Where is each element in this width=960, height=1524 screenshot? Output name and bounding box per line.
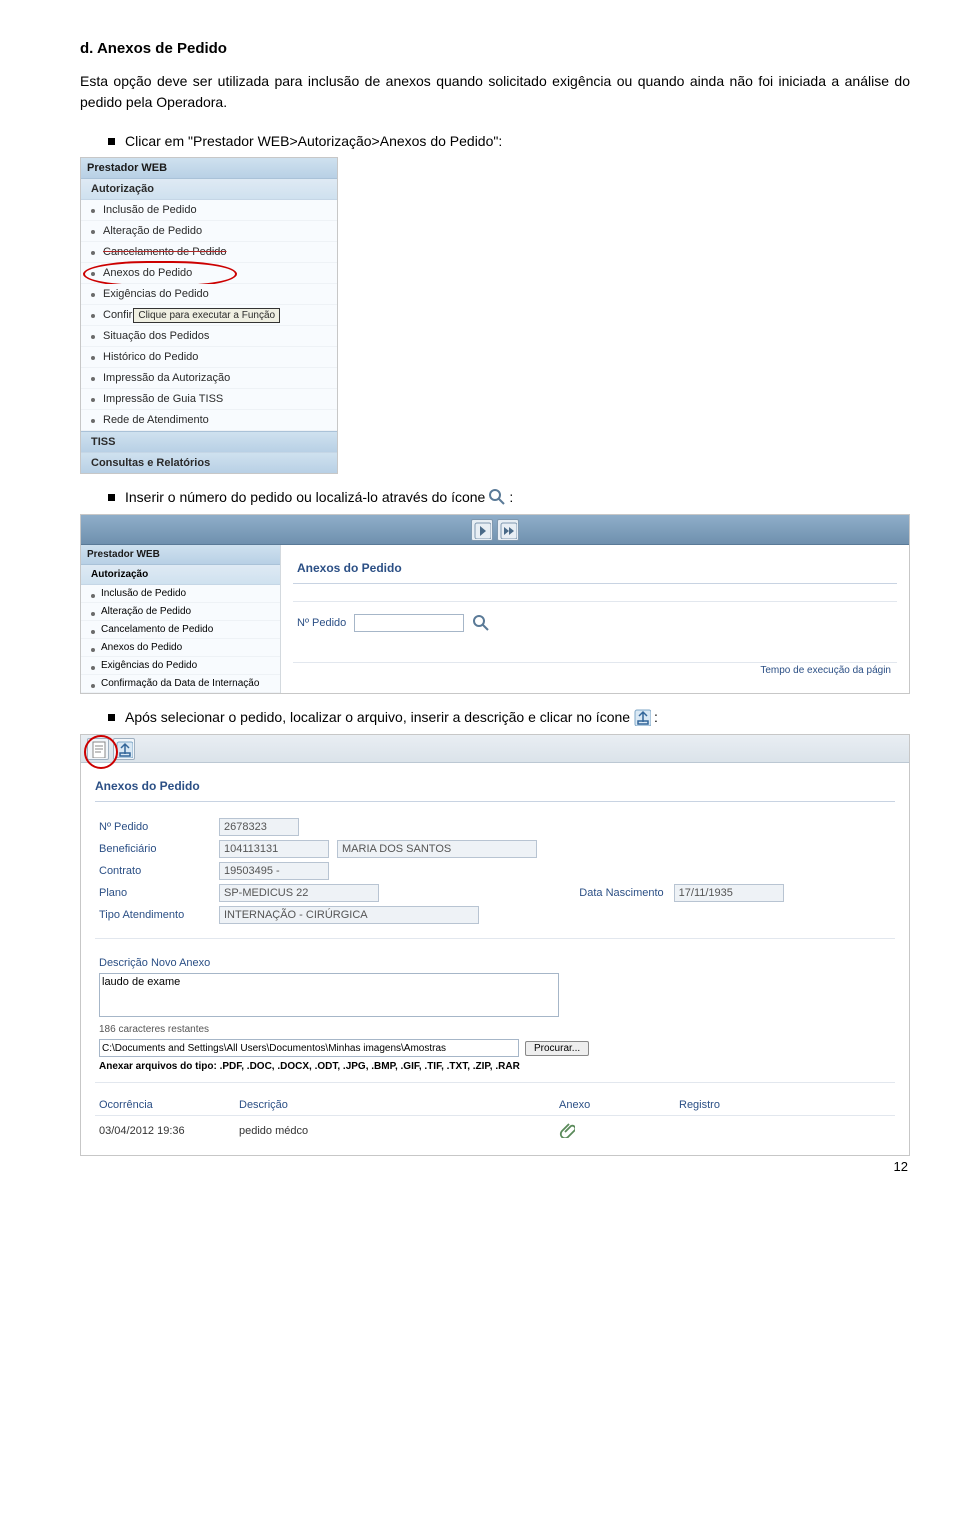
attach-table-header: Ocorrência Descrição Anexo Registro xyxy=(95,1093,895,1116)
bullet-3-text: Após selecionar o pedido, localizar o ar… xyxy=(125,709,630,725)
menu-item[interactable]: Cancelamento de Pedido xyxy=(81,242,337,263)
menu-item[interactable]: Impressão da Autorização xyxy=(81,368,337,389)
detail-title: Anexos do Pedido xyxy=(95,773,895,802)
val-tipoat: INTERNAÇÃO - CIRÚRGICA xyxy=(219,906,479,924)
sidebar-item[interactable]: Alteração de Pedido xyxy=(81,603,280,621)
menu-footer[interactable]: TISS xyxy=(81,431,337,452)
section-heading: d. Anexos de Pedido xyxy=(80,40,910,57)
screenshot-anexos-form: Prestador WEB Autorização Inclusão de Pe… xyxy=(80,514,910,694)
menu-item[interactable]: Exigências do Pedido xyxy=(81,284,337,305)
toolbar xyxy=(81,515,909,545)
td-ocorr: 03/04/2012 19:36 xyxy=(99,1125,239,1137)
td-anexo[interactable] xyxy=(559,1120,679,1141)
menu-subheader[interactable]: Autorização xyxy=(81,179,337,200)
bullet-2: Inserir o número do pedido ou localizá-l… xyxy=(108,488,910,506)
main-panel: Anexos do Pedido Nº Pedido Tempo de exec… xyxy=(281,545,909,693)
bullet-icon xyxy=(108,494,115,501)
screenshot-anexos-detail: Anexos do Pedido Nº Pedido 2678323 Benef… xyxy=(80,734,910,1156)
toolbar-next-icon[interactable] xyxy=(471,519,493,541)
lbl-tipoat: Tipo Atendimento xyxy=(99,909,209,921)
char-remaining: 186 caracteres restantes xyxy=(99,1024,891,1035)
toolbar-doc-icon[interactable] xyxy=(87,738,109,760)
th-ocorr: Ocorrência xyxy=(99,1099,239,1111)
file-types-hint: Anexar arquivos do tipo: .PDF, .DOC, .DO… xyxy=(99,1061,891,1072)
sidebar-item[interactable]: Cancelamento de Pedido xyxy=(81,621,280,639)
detail-toolbar xyxy=(81,735,909,763)
th-anexo: Anexo xyxy=(559,1099,679,1111)
toolbar-expand-icon[interactable] xyxy=(497,519,519,541)
np-label: Nº Pedido xyxy=(297,617,346,629)
intro-paragraph: Esta opção deve ser utilizada para inclu… xyxy=(80,71,910,113)
lbl-benef: Beneficiário xyxy=(99,843,209,855)
sidebar-item[interactable]: Inclusão de Pedido xyxy=(81,585,280,603)
lbl-np: Nº Pedido xyxy=(99,821,209,833)
sidebar-item[interactable]: Confirmação da Data de Internação xyxy=(81,675,280,693)
menu-footer[interactable]: Consultas e Relatórios xyxy=(81,452,337,473)
lbl-contrato: Contrato xyxy=(99,865,209,877)
val-np: 2678323 xyxy=(219,818,299,836)
menu-item[interactable]: Situação dos Pedidos xyxy=(81,326,337,347)
lbl-dn: Data Nascimento xyxy=(579,887,663,899)
sidebar-header[interactable]: Prestador WEB xyxy=(81,545,280,565)
attach-table-row: 03/04/2012 19:36 pedido médco xyxy=(95,1116,895,1145)
bullet-1-text: Clicar em "Prestador WEB>Autorização>Ane… xyxy=(125,133,502,149)
bullet-3: Após selecionar o pedido, localizar o ar… xyxy=(108,708,910,726)
menu-item-conf[interactable]: ConfirClique para executar a Função xyxy=(81,305,337,326)
page-number: 12 xyxy=(894,1159,908,1174)
lbl-plano: Plano xyxy=(99,887,209,899)
menu-item-anexos[interactable]: Anexos do Pedido xyxy=(81,263,337,284)
magnifier-icon xyxy=(488,488,506,506)
toolbar-upload-icon[interactable] xyxy=(113,738,135,760)
np-row: Nº Pedido xyxy=(293,602,897,663)
attach-icon xyxy=(633,708,651,726)
val-benef-cod: 104113131 xyxy=(219,840,329,858)
search-icon[interactable] xyxy=(472,614,490,632)
val-plano: SP-MEDICUS 22 xyxy=(219,884,379,902)
menu-item[interactable]: Histórico do Pedido xyxy=(81,347,337,368)
sidebar: Prestador WEB Autorização Inclusão de Pe… xyxy=(81,545,281,693)
th-reg: Registro xyxy=(679,1099,799,1111)
detail-grid: Nº Pedido 2678323 Beneficiário 104113131… xyxy=(95,812,895,939)
menu-item[interactable]: Alteração de Pedido xyxy=(81,221,337,242)
bullet-1: Clicar em "Prestador WEB>Autorização>Ane… xyxy=(108,133,910,149)
menu-item[interactable]: Inclusão de Pedido xyxy=(81,200,337,221)
sidebar-sub[interactable]: Autorização xyxy=(81,565,280,585)
screenshot-menu: Prestador WEB Autorização Inclusão de Pe… xyxy=(80,157,338,474)
sidebar-item[interactable]: Anexos do Pedido xyxy=(81,639,280,657)
val-contrato: 19503495 - xyxy=(219,862,329,880)
conf-prefix: Confir xyxy=(103,309,132,321)
val-dn: 17/11/1935 xyxy=(674,884,784,902)
menu-header[interactable]: Prestador WEB xyxy=(81,158,337,179)
new-attach-section: Descrição Novo Anexo laudo de exame 186 … xyxy=(95,949,895,1083)
panel-title: Anexos do Pedido xyxy=(293,555,897,584)
menu-item[interactable]: Rede de Atendimento xyxy=(81,410,337,431)
bullet-2-text: Inserir o número do pedido ou localizá-l… xyxy=(125,489,485,505)
exec-time-label: Tempo de execução da págin xyxy=(293,663,897,678)
tooltip: Clique para executar a Função xyxy=(133,308,280,323)
bullet-icon xyxy=(108,714,115,721)
td-desc: pedido médco xyxy=(239,1125,559,1137)
browse-button[interactable]: Procurar... xyxy=(525,1041,589,1056)
paperclip-icon[interactable] xyxy=(559,1120,575,1138)
menu-item[interactable]: Impressão de Guia TISS xyxy=(81,389,337,410)
bullet-2-suffix: : xyxy=(509,489,513,505)
np-input[interactable] xyxy=(354,614,464,632)
th-desc: Descrição xyxy=(239,1099,559,1111)
file-path-input[interactable] xyxy=(99,1039,519,1057)
bullet-icon xyxy=(108,138,115,145)
desc-textarea[interactable]: laudo de exame xyxy=(99,973,559,1017)
lbl-desc-novo: Descrição Novo Anexo xyxy=(99,957,891,969)
bullet-3-suffix: : xyxy=(654,709,658,725)
sidebar-item[interactable]: Exigências do Pedido xyxy=(81,657,280,675)
val-benef-nome: MARIA DOS SANTOS xyxy=(337,840,537,858)
